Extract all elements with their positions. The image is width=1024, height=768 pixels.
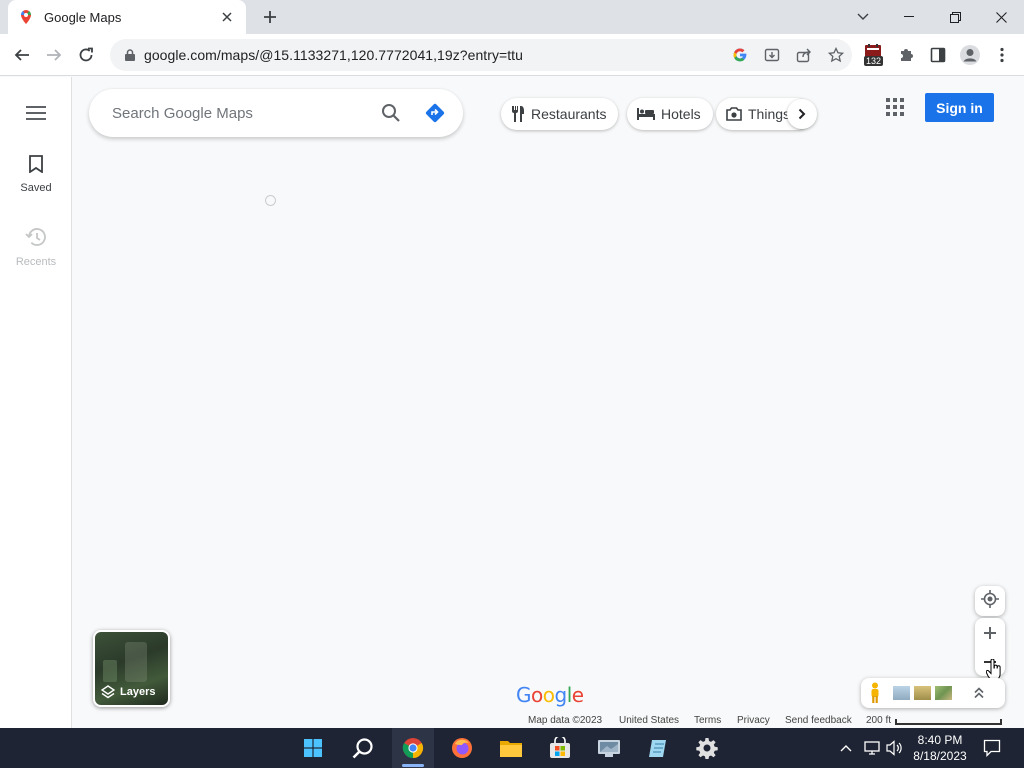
rail-label-recents: Recents — [15, 256, 57, 268]
profile-avatar-icon[interactable] — [954, 39, 986, 71]
side-panel-icon[interactable] — [922, 39, 954, 71]
terms-link[interactable]: Terms — [694, 715, 721, 726]
chip-label: Hotels — [661, 106, 701, 122]
tray-overflow-chevron-icon[interactable] — [836, 728, 856, 768]
firefox-taskbar-icon[interactable] — [441, 728, 483, 768]
google-logo: Google — [516, 683, 584, 707]
rail-label-saved: Saved — [20, 182, 52, 194]
directions-icon[interactable] — [413, 91, 457, 135]
windows-taskbar: 8:40 PM 8/18/2023 — [0, 728, 1024, 768]
scale-label[interactable]: 200 ft — [866, 715, 891, 726]
map-footer: Map data ©2023 United States Terms Priva… — [73, 715, 1024, 728]
google-lens-icon[interactable] — [724, 39, 756, 71]
imagery-thumbnail-icon[interactable] — [935, 686, 952, 700]
file-explorer-taskbar-icon[interactable] — [490, 728, 532, 768]
my-location-button[interactable] — [975, 586, 1005, 616]
pegman-icon[interactable] — [869, 682, 881, 704]
network-icon[interactable] — [860, 728, 884, 768]
chrome-taskbar-icon[interactable] — [392, 728, 434, 768]
bed-icon — [637, 108, 655, 120]
bookmark-icon — [29, 155, 43, 178]
notification-center-icon[interactable] — [980, 728, 1004, 768]
chip-restaurants[interactable]: Restaurants — [501, 98, 619, 130]
back-arrow-icon[interactable] — [6, 39, 38, 71]
volume-speaker-icon[interactable] — [884, 728, 906, 768]
send-feedback-link[interactable]: Send feedback — [785, 715, 852, 726]
chrome-menu-kebab-icon[interactable] — [986, 39, 1018, 71]
imagery-strip[interactable] — [861, 678, 1005, 708]
zoom-in-icon[interactable] — [984, 618, 996, 647]
new-tab-icon[interactable] — [258, 5, 282, 29]
search-icon[interactable] — [369, 91, 413, 135]
minimize-icon[interactable] — [886, 0, 932, 34]
maps-pin-icon — [18, 9, 34, 25]
fork-knife-icon — [511, 106, 525, 122]
restore-icon[interactable] — [932, 0, 978, 34]
clock-time: 8:40 PM — [917, 733, 963, 747]
browser-toolbar: google.com/maps/@15.1133271,120.7772041,… — [0, 34, 1024, 76]
loading-indicator — [265, 195, 276, 206]
layers-stack-icon — [101, 685, 115, 699]
privacy-link[interactable]: Privacy — [737, 715, 770, 726]
search-taskbar-icon[interactable] — [342, 728, 384, 768]
remote-desktop-taskbar-icon[interactable] — [588, 728, 630, 768]
tab-close-icon[interactable] — [218, 8, 236, 26]
lock-icon[interactable] — [116, 49, 144, 61]
clock-date: 8/18/2023 — [913, 749, 967, 763]
sign-in-button[interactable]: Sign in — [925, 93, 994, 122]
notepad-taskbar-icon[interactable] — [637, 728, 679, 768]
address-bar[interactable]: google.com/maps/@15.1133271,120.7772041,… — [110, 39, 852, 71]
maps-side-rail: Saved Recents — [0, 77, 72, 728]
chip-hotels[interactable]: Hotels — [627, 98, 713, 130]
google-apps-grid-icon[interactable] — [883, 95, 907, 119]
expand-chevron-up-icon[interactable] — [974, 687, 984, 699]
rail-item-recents[interactable]: Recents — [0, 227, 72, 268]
tab-title: Google Maps — [44, 9, 122, 25]
camera-icon — [726, 107, 742, 121]
layers-label: Layers — [120, 686, 156, 698]
crosshair-location-icon — [981, 589, 999, 613]
browser-titlebar: Google Maps — [0, 0, 1024, 34]
hamburger-menu-icon[interactable] — [20, 101, 52, 125]
scale-bar[interactable] — [895, 719, 1002, 725]
search-box — [89, 89, 463, 137]
search-input[interactable] — [112, 104, 369, 122]
imagery-thumbnail-icon[interactable] — [914, 686, 931, 700]
country-link[interactable]: United States — [619, 715, 679, 726]
tab-search-chevron-icon[interactable] — [840, 0, 886, 34]
install-app-icon[interactable] — [756, 39, 788, 71]
microsoft-store-taskbar-icon[interactable] — [539, 728, 581, 768]
extension-badge: 132 — [864, 56, 884, 66]
chip-label: Restaurants — [531, 106, 607, 122]
reload-icon[interactable] — [70, 39, 102, 71]
chip-label: Things — [748, 106, 791, 122]
imagery-thumbnail-icon[interactable] — [893, 686, 910, 700]
taskbar-clock[interactable]: 8:40 PM 8/18/2023 — [908, 732, 972, 764]
extension-calendar-icon[interactable]: 132 — [858, 39, 890, 71]
extensions-puzzle-icon[interactable] — [890, 39, 922, 71]
layers-toggle[interactable]: Layers — [93, 630, 170, 707]
rail-item-saved[interactable]: Saved — [0, 155, 72, 194]
close-window-icon[interactable] — [978, 0, 1024, 34]
windows-start-icon[interactable] — [292, 728, 334, 768]
forward-arrow-icon[interactable] — [38, 39, 70, 71]
url-text[interactable]: google.com/maps/@15.1133271,120.7772041,… — [144, 47, 724, 63]
share-icon[interactable] — [788, 39, 820, 71]
bookmark-star-icon[interactable] — [820, 39, 852, 71]
chips-next-chevron-icon[interactable] — [787, 99, 817, 129]
browser-tab-active[interactable]: Google Maps — [8, 0, 246, 34]
settings-gear-taskbar-icon[interactable] — [686, 728, 728, 768]
map-data-credit: Map data ©2023 — [528, 715, 603, 726]
history-icon — [25, 227, 47, 252]
map-canvas[interactable]: Restaurants Hotels Things Sign in — [73, 77, 1024, 728]
